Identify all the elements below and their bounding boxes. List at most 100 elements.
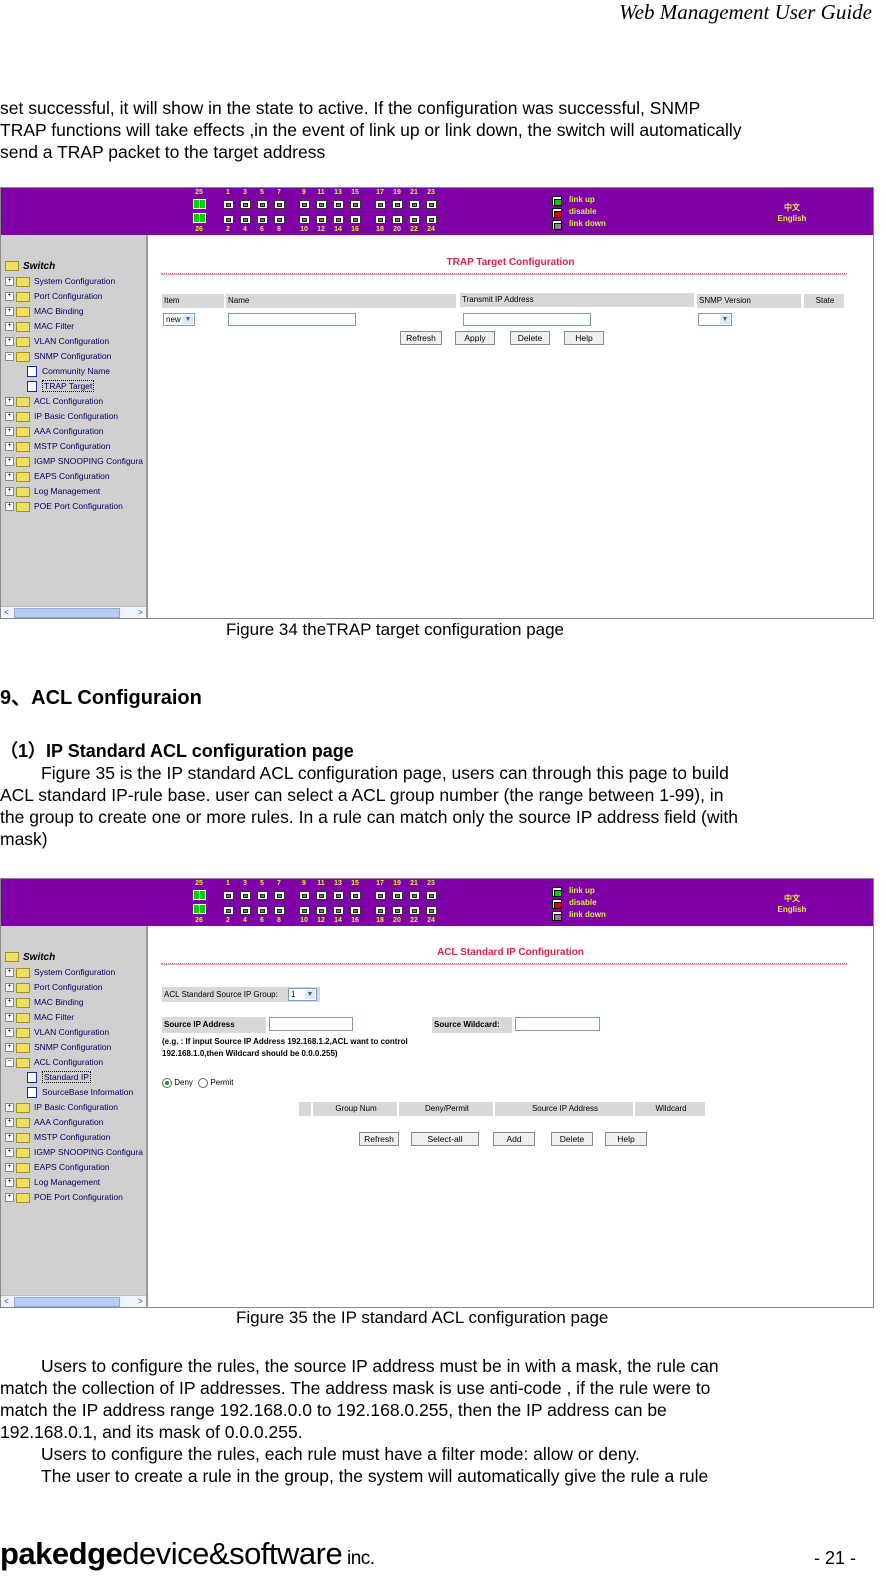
tree-item[interactable]: + MAC Binding — [5, 304, 143, 319]
expand-icon[interactable]: + — [5, 442, 14, 452]
ethernet-port-icon — [274, 891, 285, 900]
permit-radio[interactable] — [198, 1078, 209, 1088]
apply-button[interactable]: Apply — [455, 331, 495, 345]
delete-button[interactable]: Delete — [510, 331, 550, 345]
horizontal-scrollbar[interactable]: < > — [1, 1295, 146, 1307]
tree-item[interactable]: + MSTP Configuration — [5, 1130, 143, 1145]
tree-item[interactable]: − ACL Configuration — [5, 1055, 143, 1070]
scroll-right-icon[interactable]: > — [135, 607, 146, 618]
tree-item[interactable]: + MAC Filter — [5, 1010, 143, 1025]
tree-item[interactable]: + MAC Filter — [5, 319, 143, 334]
expand-icon[interactable]: + — [5, 1133, 14, 1143]
expand-icon[interactable]: + — [5, 983, 14, 993]
expand-icon[interactable]: + — [5, 998, 14, 1008]
tree-root[interactable]: Switch — [5, 950, 143, 965]
language-english-link[interactable]: English — [772, 905, 812, 914]
tree-item[interactable]: + AAA Configuration — [5, 424, 143, 439]
chevron-down-icon[interactable]: ▼ — [720, 315, 730, 324]
help-button[interactable]: Help — [564, 331, 604, 345]
deny-radio[interactable] — [162, 1078, 172, 1088]
expand-icon[interactable]: + — [5, 472, 14, 482]
scroll-left-icon[interactable]: < — [1, 1296, 12, 1307]
chevron-down-icon[interactable]: ▼ — [305, 990, 315, 999]
page-icon — [27, 366, 37, 378]
tree-item[interactable]: + IGMP SNOOPING Configura — [5, 1145, 143, 1160]
scroll-thumb[interactable] — [14, 1297, 120, 1307]
expand-icon[interactable]: + — [5, 1118, 14, 1128]
language-chinese-link[interactable]: 中文 — [772, 202, 812, 213]
expand-icon[interactable]: + — [5, 322, 14, 332]
expand-icon[interactable]: + — [5, 1178, 14, 1188]
title-divider — [161, 273, 847, 275]
collapse-icon[interactable]: − — [5, 1058, 14, 1068]
port-label: 2 — [226, 226, 230, 233]
expand-icon[interactable]: + — [5, 1013, 14, 1023]
tree-item[interactable]: + Log Management — [5, 484, 143, 499]
tree-item[interactable]: Community Name — [5, 364, 143, 379]
tree-item[interactable]: Standard IP — [5, 1070, 143, 1085]
source-ip-input[interactable] — [269, 1017, 353, 1031]
expand-icon[interactable]: + — [5, 307, 14, 317]
expand-icon[interactable]: + — [5, 427, 14, 437]
expand-icon[interactable]: + — [5, 1103, 14, 1113]
scroll-thumb[interactable] — [14, 608, 120, 618]
expand-icon[interactable]: + — [5, 292, 14, 302]
tree-item[interactable]: + EAPS Configuration — [5, 469, 143, 484]
name-input[interactable] — [228, 313, 356, 326]
expand-icon[interactable]: + — [5, 1148, 14, 1158]
expand-icon[interactable]: + — [5, 397, 14, 407]
horizontal-scrollbar[interactable]: < > — [1, 606, 146, 618]
transmit-ip-input[interactable] — [463, 313, 591, 326]
delete-button[interactable]: Delete — [551, 1132, 593, 1146]
group-select[interactable]: 1 ▼ — [288, 988, 317, 1001]
scroll-right-icon[interactable]: > — [135, 1296, 146, 1307]
source-wildcard-input[interactable] — [515, 1017, 600, 1031]
tree-item[interactable]: + Log Management — [5, 1175, 143, 1190]
collapse-icon[interactable]: − — [5, 352, 14, 362]
refresh-button[interactable]: Refresh — [359, 1132, 399, 1146]
tree-item[interactable]: + EAPS Configuration — [5, 1160, 143, 1175]
expand-icon[interactable]: + — [5, 502, 14, 512]
tree-item[interactable]: + ACL Configuration — [5, 394, 143, 409]
tree-item[interactable]: SourceBase Information — [5, 1085, 143, 1100]
expand-icon[interactable]: + — [5, 337, 14, 347]
select-all-button[interactable]: Select-all — [411, 1132, 479, 1146]
language-chinese-link[interactable]: 中文 — [772, 893, 812, 904]
tree-item[interactable]: + Port Configuration — [5, 980, 143, 995]
tree-item[interactable]: − SNMP Configuration — [5, 349, 143, 364]
tree-item[interactable]: + POE Port Configuration — [5, 499, 143, 514]
tree-item[interactable]: TRAP Target — [5, 379, 143, 394]
expand-icon[interactable]: + — [5, 968, 14, 978]
chevron-down-icon[interactable]: ▼ — [183, 315, 193, 324]
column-header-name: Name — [226, 294, 456, 308]
tree-item[interactable]: + IP Basic Configuration — [5, 409, 143, 424]
expand-icon[interactable]: + — [5, 487, 14, 497]
language-english-link[interactable]: English — [772, 214, 812, 223]
tree-item[interactable]: + MAC Binding — [5, 995, 143, 1010]
expand-icon[interactable]: + — [5, 1028, 14, 1038]
tree-item[interactable]: + VLAN Configuration — [5, 1025, 143, 1040]
add-button[interactable]: Add — [493, 1132, 535, 1146]
tree-item[interactable]: + IGMP SNOOPING Configura — [5, 454, 143, 469]
tree-item[interactable]: + VLAN Configuration — [5, 334, 143, 349]
refresh-button[interactable]: Refresh — [400, 331, 442, 345]
tree-item[interactable]: + MSTP Configuration — [5, 439, 143, 454]
expand-icon[interactable]: + — [5, 277, 14, 287]
tree-item[interactable]: + System Configuration — [5, 965, 143, 980]
tree-item[interactable]: + System Configuration — [5, 274, 143, 289]
expand-icon[interactable]: + — [5, 457, 14, 467]
tree-item[interactable]: + Port Configuration — [5, 289, 143, 304]
tree-item[interactable]: + AAA Configuration — [5, 1115, 143, 1130]
expand-icon[interactable]: + — [5, 1043, 14, 1053]
tree-item[interactable]: + SNMP Configuration — [5, 1040, 143, 1055]
expand-icon[interactable]: + — [5, 412, 14, 422]
scroll-left-icon[interactable]: < — [1, 607, 12, 618]
tree-root[interactable]: Switch — [5, 259, 143, 274]
expand-icon[interactable]: + — [5, 1163, 14, 1173]
item-select[interactable]: new ▼ — [163, 313, 195, 326]
tree-item[interactable]: + POE Port Configuration — [5, 1190, 143, 1205]
tree-item[interactable]: + IP Basic Configuration — [5, 1100, 143, 1115]
help-button[interactable]: Help — [605, 1132, 647, 1146]
expand-icon[interactable]: + — [5, 1193, 14, 1203]
snmp-version-select[interactable]: ▼ — [698, 313, 732, 326]
